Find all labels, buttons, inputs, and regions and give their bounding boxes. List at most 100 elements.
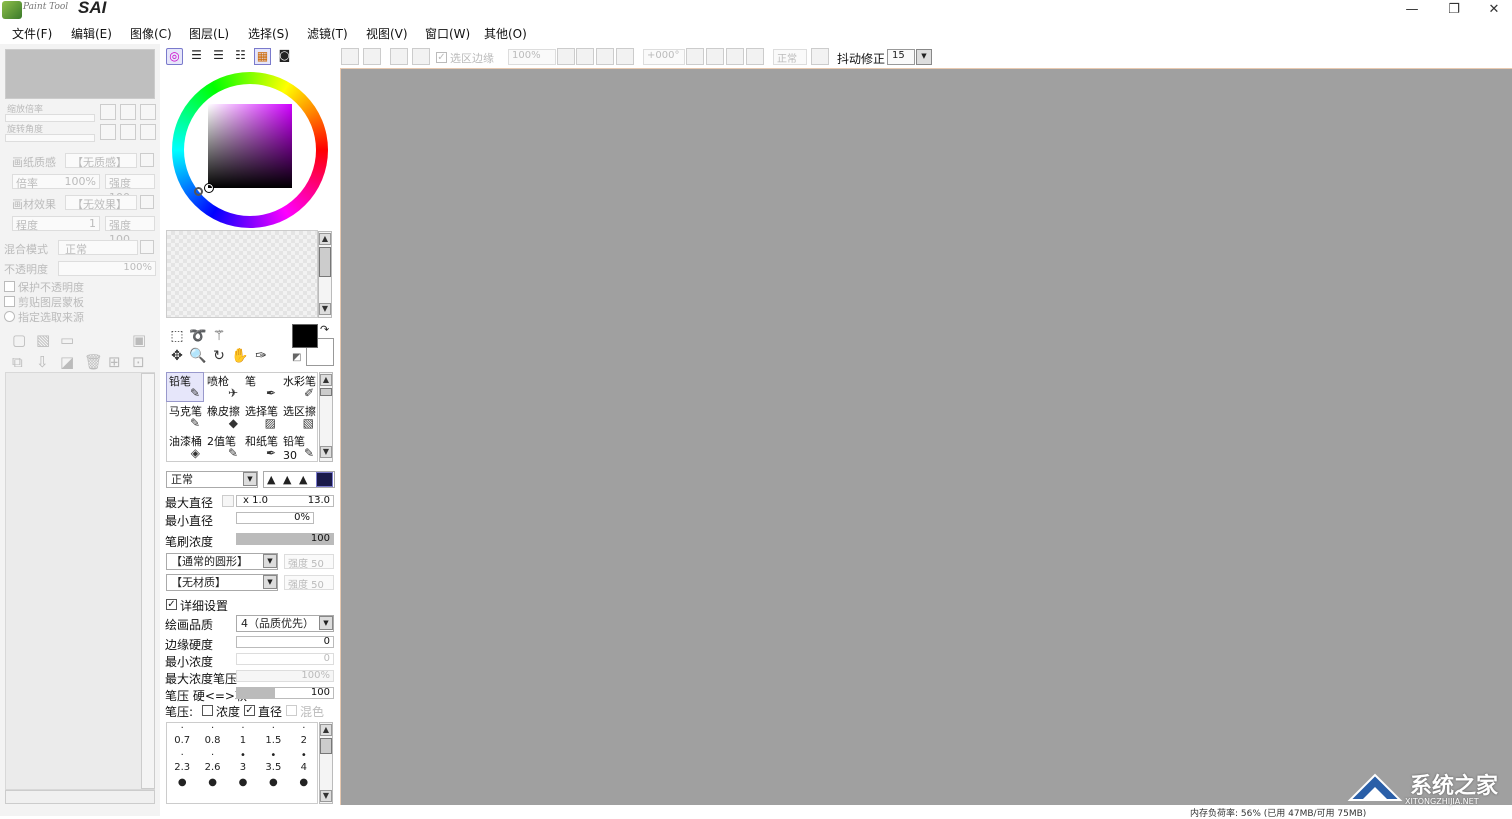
brush-size-cell[interactable]: ●: [167, 777, 197, 804]
menu-other[interactable]: 其他(O): [484, 25, 527, 42]
brush-pen[interactable]: 笔 ✒: [242, 372, 280, 402]
chevron-down-icon[interactable]: ▼: [916, 49, 932, 65]
scroll-down-arrow-icon[interactable]: ▼: [319, 303, 331, 315]
scroll-down-arrow-icon[interactable]: ▼: [320, 790, 332, 802]
clear-layer-icon[interactable]: ◪: [60, 353, 74, 371]
chevron-down-icon[interactable]: ▼: [263, 554, 277, 568]
effect-width-field[interactable]: 程度 1: [12, 216, 100, 232]
flip-button[interactable]: [811, 48, 829, 65]
brush-size-cell[interactable]: · 0.8: [197, 723, 227, 750]
new-layer-icon[interactable]: ▢: [12, 331, 26, 349]
copy-layer-icon[interactable]: ⧉: [12, 353, 23, 371]
layer-list-scrollbar[interactable]: [141, 373, 155, 789]
merge-down-icon[interactable]: ⇩: [36, 353, 49, 371]
magnify-field[interactable]: 倍率 100%: [12, 174, 100, 190]
scroll-up-arrow-icon[interactable]: ▲: [320, 374, 332, 386]
minimize-button[interactable]: —: [1392, 0, 1432, 20]
hsv-slider-mode-icon[interactable]: ☰: [210, 48, 227, 65]
rect-select-icon[interactable]: ⬚: [168, 327, 186, 345]
selection-edge-checkbox[interactable]: ✓: [436, 52, 447, 63]
preserve-opacity-checkbox[interactable]: [4, 281, 15, 292]
rgb-slider-mode-icon[interactable]: ☰: [188, 48, 205, 65]
brush-watercolor[interactable]: 水彩笔 ✐: [280, 372, 318, 402]
brush-washi-pen[interactable]: 和纸笔 ✒: [242, 432, 280, 462]
canvas-effect-dropdown[interactable]: [140, 195, 154, 209]
paper-texture-dropdown[interactable]: [140, 153, 154, 167]
zoom-dropdown[interactable]: [557, 48, 575, 65]
swap-colors-icon[interactable]: ↷: [320, 323, 329, 336]
brush-size-cell[interactable]: ●: [289, 777, 319, 804]
brush-size-cell[interactable]: • 3: [228, 750, 258, 777]
pressure-density-checkbox[interactable]: [202, 705, 213, 716]
brush-size-cell[interactable]: · 2.3: [167, 750, 197, 777]
pressure-blend-checkbox[interactable]: [286, 705, 297, 716]
brush-airbrush[interactable]: 喷枪 ✈: [204, 372, 242, 402]
brush-pencil[interactable]: 铅笔 ✎: [166, 372, 204, 402]
rotate-ccw-button[interactable]: [706, 48, 724, 65]
undo-button[interactable]: [341, 48, 359, 65]
shape-soft-icon[interactable]: ▲: [299, 473, 307, 486]
color-scratchpad[interactable]: [166, 230, 318, 318]
layer-list[interactable]: [5, 372, 155, 790]
brush-eraser[interactable]: 橡皮擦 ◆: [204, 402, 242, 432]
magic-wand-icon[interactable]: ⚚: [210, 327, 228, 345]
hue-picker-handle[interactable]: [194, 187, 203, 196]
paper-texture-select[interactable]: 【无质感】: [65, 153, 137, 169]
rotate-reset-button[interactable]: [140, 124, 156, 140]
menu-select[interactable]: 选择(S): [248, 25, 289, 42]
menu-view[interactable]: 视图(V): [366, 25, 408, 42]
brush-marker[interactable]: 马克笔 ✎: [166, 402, 204, 432]
nav-zoom-slider[interactable]: [5, 114, 95, 122]
brush-select-erase[interactable]: 选区擦 ▧: [280, 402, 318, 432]
brush-size-cell[interactable]: ●: [228, 777, 258, 804]
opacity-slider[interactable]: 100%: [58, 261, 156, 276]
new-folder-icon[interactable]: ▭: [60, 331, 74, 349]
zoom-out-toolbar-button[interactable]: [576, 48, 594, 65]
rotate-tool-icon[interactable]: ↻: [210, 347, 228, 365]
chevron-down-icon[interactable]: ▼: [243, 472, 257, 486]
maximize-button[interactable]: ❐: [1434, 0, 1474, 20]
brush-size-cell[interactable]: · 0.7: [167, 723, 197, 750]
min-density-slider[interactable]: 0: [236, 653, 334, 665]
effect-strength-field[interactable]: 强度 100: [105, 216, 155, 246]
layer-properties-icon[interactable]: ⊡: [132, 353, 145, 371]
menu-image[interactable]: 图像(C): [130, 25, 172, 42]
selection-source-radio[interactable]: [4, 311, 15, 322]
rotate-field[interactable]: +000°: [643, 49, 685, 65]
zoom-in-button[interactable]: [120, 104, 136, 120]
max-density-pressure-slider[interactable]: 100%: [236, 670, 334, 682]
zoom-reset-button[interactable]: [140, 104, 156, 120]
lasso-icon[interactable]: ➰: [189, 327, 207, 345]
menu-layer[interactable]: 图层(L): [189, 25, 229, 42]
max-diameter-slider[interactable]: x 1.0 13.0: [236, 495, 334, 507]
brush-grid-scroll-thumb[interactable]: [320, 388, 332, 396]
menu-window[interactable]: 窗口(W): [425, 25, 470, 42]
sv-picker-handle[interactable]: [204, 183, 214, 193]
swatch-grid-mode-icon[interactable]: ▦: [254, 48, 271, 65]
clip-group-checkbox[interactable]: [4, 296, 15, 307]
zoom-out-button[interactable]: [100, 104, 116, 120]
brush-bucket[interactable]: 油漆桶 ◈: [166, 432, 204, 462]
scroll-down-arrow-icon[interactable]: ▼: [320, 446, 332, 458]
shape-flat-icon[interactable]: [316, 472, 333, 487]
foreground-color-swatch[interactable]: [292, 324, 318, 348]
scratchpad-mode-icon[interactable]: ◙: [276, 48, 293, 65]
shape-strength-field[interactable]: 强度 50: [284, 554, 334, 570]
view-blend-field[interactable]: 正常: [773, 49, 807, 65]
layer-list-hscrollbar[interactable]: [5, 790, 155, 804]
layer-menu-icon[interactable]: ▣: [132, 331, 146, 349]
rotate-dropdown[interactable]: [686, 48, 704, 65]
swatch-list-mode-icon[interactable]: ☷: [232, 48, 249, 65]
rotate-cw-button[interactable]: [726, 48, 744, 65]
invert-selection-button[interactable]: [412, 48, 430, 65]
move-icon[interactable]: ✥: [168, 347, 186, 365]
min-diameter-slider[interactable]: 0%: [236, 512, 314, 524]
brush-size-cell[interactable]: • 3.5: [258, 750, 288, 777]
rotate-reset-toolbar-button[interactable]: [746, 48, 764, 65]
brush-select-pen[interactable]: 选择笔 ▨: [242, 402, 280, 432]
menu-edit[interactable]: 编辑(E): [71, 25, 112, 42]
texture-strength-field[interactable]: 强度 50: [284, 575, 334, 591]
brush-size-cell[interactable]: · 2: [289, 723, 319, 750]
brush-size-cell[interactable]: ●: [258, 777, 288, 804]
brush-texture-select[interactable]: 【无材质】: [166, 574, 278, 591]
